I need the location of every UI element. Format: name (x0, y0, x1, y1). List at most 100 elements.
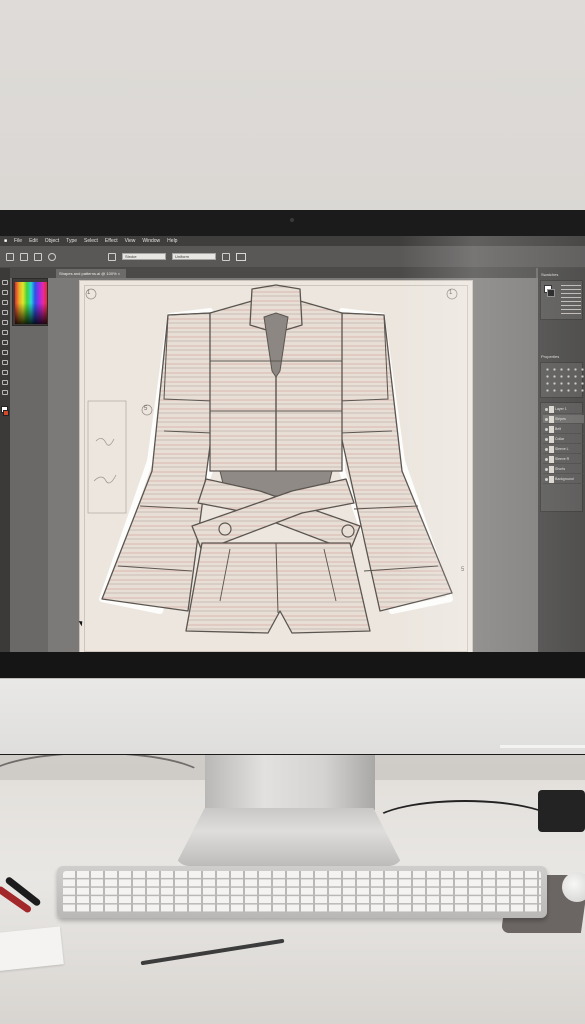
tools-panel (0, 268, 10, 652)
layers-panel: Layer 1 Stripes Belt Collar Sleeve L Sle… (540, 402, 584, 512)
monitor-stand (205, 755, 375, 810)
layer-name: Sleeve R (555, 457, 570, 461)
layer-row[interactable]: Sleeve L (543, 445, 584, 454)
swatches-panel (540, 280, 583, 320)
webcam-dot (290, 218, 294, 222)
properties-panel (540, 362, 584, 398)
cable-right (370, 800, 560, 850)
garment-flat-sketch[interactable] (80, 281, 472, 652)
color-picker-panel (12, 278, 48, 326)
artboard-marker-left: 5 (144, 406, 148, 412)
layer-row[interactable]: Belt (543, 425, 584, 434)
menu-object[interactable]: Object (45, 236, 59, 246)
properties-panel-title[interactable]: Properties (541, 354, 559, 359)
eyedropper-tool-icon[interactable] (2, 370, 8, 375)
document-tab[interactable]: Shapes and patterns.ai @ 100% × (56, 269, 126, 278)
layer-thumbnail (549, 436, 554, 443)
layer-row[interactable]: Sleeve R (543, 455, 584, 464)
swatches-panel-title[interactable]: Swatches (541, 272, 558, 277)
layer-name: Sleeve L (555, 447, 569, 451)
artboard[interactable]: 1 1 5 5 (80, 281, 472, 652)
layer-thumbnail (549, 426, 554, 433)
shape-tool-icon[interactable] (2, 330, 8, 335)
shorts (185, 542, 371, 634)
app-menu-bar: ■ File Edit Object Type Select Effect Vi… (0, 236, 585, 246)
layer-row[interactable]: Stripes (543, 415, 584, 424)
zoom-tool-icon[interactable] (2, 390, 8, 395)
menu-edit[interactable]: Edit (29, 236, 38, 246)
menu-type[interactable]: Type (66, 236, 77, 246)
chin-highlight (500, 745, 585, 748)
visibility-eye-icon[interactable] (545, 438, 548, 441)
stroke-swatch-icon[interactable] (34, 252, 42, 261)
visibility-eye-icon[interactable] (545, 468, 548, 471)
brush-definition-field[interactable]: Uniform (172, 253, 216, 260)
stroke-color-icon[interactable] (3, 410, 9, 416)
layer-name: Shorts (555, 467, 566, 471)
select-tool-icon[interactable] (2, 280, 8, 285)
visibility-eye-icon[interactable] (545, 478, 548, 481)
menu-window[interactable]: Window (142, 236, 160, 246)
layer-thumbnail (549, 476, 554, 483)
color-spectrum[interactable] (15, 282, 47, 324)
layer-name: Layer 1 (555, 407, 567, 411)
recolor-icon[interactable] (222, 252, 230, 261)
notes-box (87, 400, 127, 514)
stroke-profile-field[interactable]: Stroke (122, 253, 166, 260)
layer-name: Background (555, 477, 574, 481)
menu-file[interactable]: File (14, 236, 22, 246)
apple-menu-icon[interactable]: ■ (4, 236, 7, 246)
stroke-swatch[interactable] (547, 289, 555, 297)
control-options-bar: Stroke Uniform (0, 246, 585, 268)
selection-indicator-icon[interactable] (6, 252, 14, 261)
desktop-hub (538, 790, 585, 832)
scale-tool-icon[interactable] (2, 350, 8, 355)
layer-name: Belt (555, 427, 562, 431)
monitor-stand-base (175, 808, 403, 866)
monitor-chin (0, 678, 585, 754)
document-tab-label: Shapes and patterns.ai @ 100% × (59, 271, 121, 276)
keyboard-keys[interactable] (63, 871, 541, 913)
align-icons[interactable] (544, 366, 584, 394)
menu-view[interactable]: View (125, 236, 136, 246)
artboard-marker-right: 5 (461, 567, 465, 573)
gradient-tool-icon[interactable] (2, 360, 8, 365)
layer-row[interactable]: Shorts (543, 465, 584, 474)
layer-thumbnail (549, 466, 554, 473)
layer-row[interactable]: Background (543, 475, 584, 484)
color-mode-icon[interactable] (48, 252, 56, 261)
fill-swatch-icon[interactable] (20, 252, 28, 261)
brush-tool-icon[interactable] (2, 320, 8, 325)
visibility-eye-icon[interactable] (545, 428, 548, 431)
monitor-bottom-bezel (0, 652, 585, 678)
visibility-eye-icon[interactable] (545, 408, 548, 411)
artboard-marker-top-left: 1 (87, 290, 91, 296)
visibility-eye-icon[interactable] (545, 418, 548, 421)
type-tool-icon[interactable] (2, 310, 8, 315)
layer-name: Collar (555, 437, 565, 441)
visibility-eye-icon[interactable] (545, 448, 548, 451)
layer-thumbnail (549, 406, 554, 413)
monitor-screen: ■ File Edit Object Type Select Effect Vi… (0, 236, 585, 652)
stroke-weight-icon[interactable] (108, 252, 116, 261)
mouse[interactable] (562, 872, 585, 902)
paper-notepad (0, 926, 64, 972)
style-swatch-icon[interactable] (236, 252, 246, 261)
layer-name: Stripes (555, 417, 566, 421)
layer-row[interactable]: Collar (543, 435, 584, 444)
right-panel-dock: Swatches Properties Layer 1 Stripes Belt… (538, 268, 585, 652)
layer-thumbnail (549, 446, 554, 453)
menu-effect[interactable]: Effect (105, 236, 118, 246)
rotate-tool-icon[interactable] (2, 340, 8, 345)
hand-tool-icon[interactable] (2, 380, 8, 385)
layer-thumbnail (549, 456, 554, 463)
document-tab-bar: Shapes and patterns.ai @ 100% × (10, 268, 536, 278)
pen-tool-icon[interactable] (2, 300, 8, 305)
layer-row[interactable]: Layer 1 (543, 405, 584, 414)
direct-select-icon[interactable] (2, 290, 8, 295)
menu-help[interactable]: Help (167, 236, 177, 246)
visibility-eye-icon[interactable] (545, 458, 548, 461)
menu-select[interactable]: Select (84, 236, 98, 246)
swatch-values (561, 285, 581, 315)
keyboard[interactable] (57, 866, 547, 918)
